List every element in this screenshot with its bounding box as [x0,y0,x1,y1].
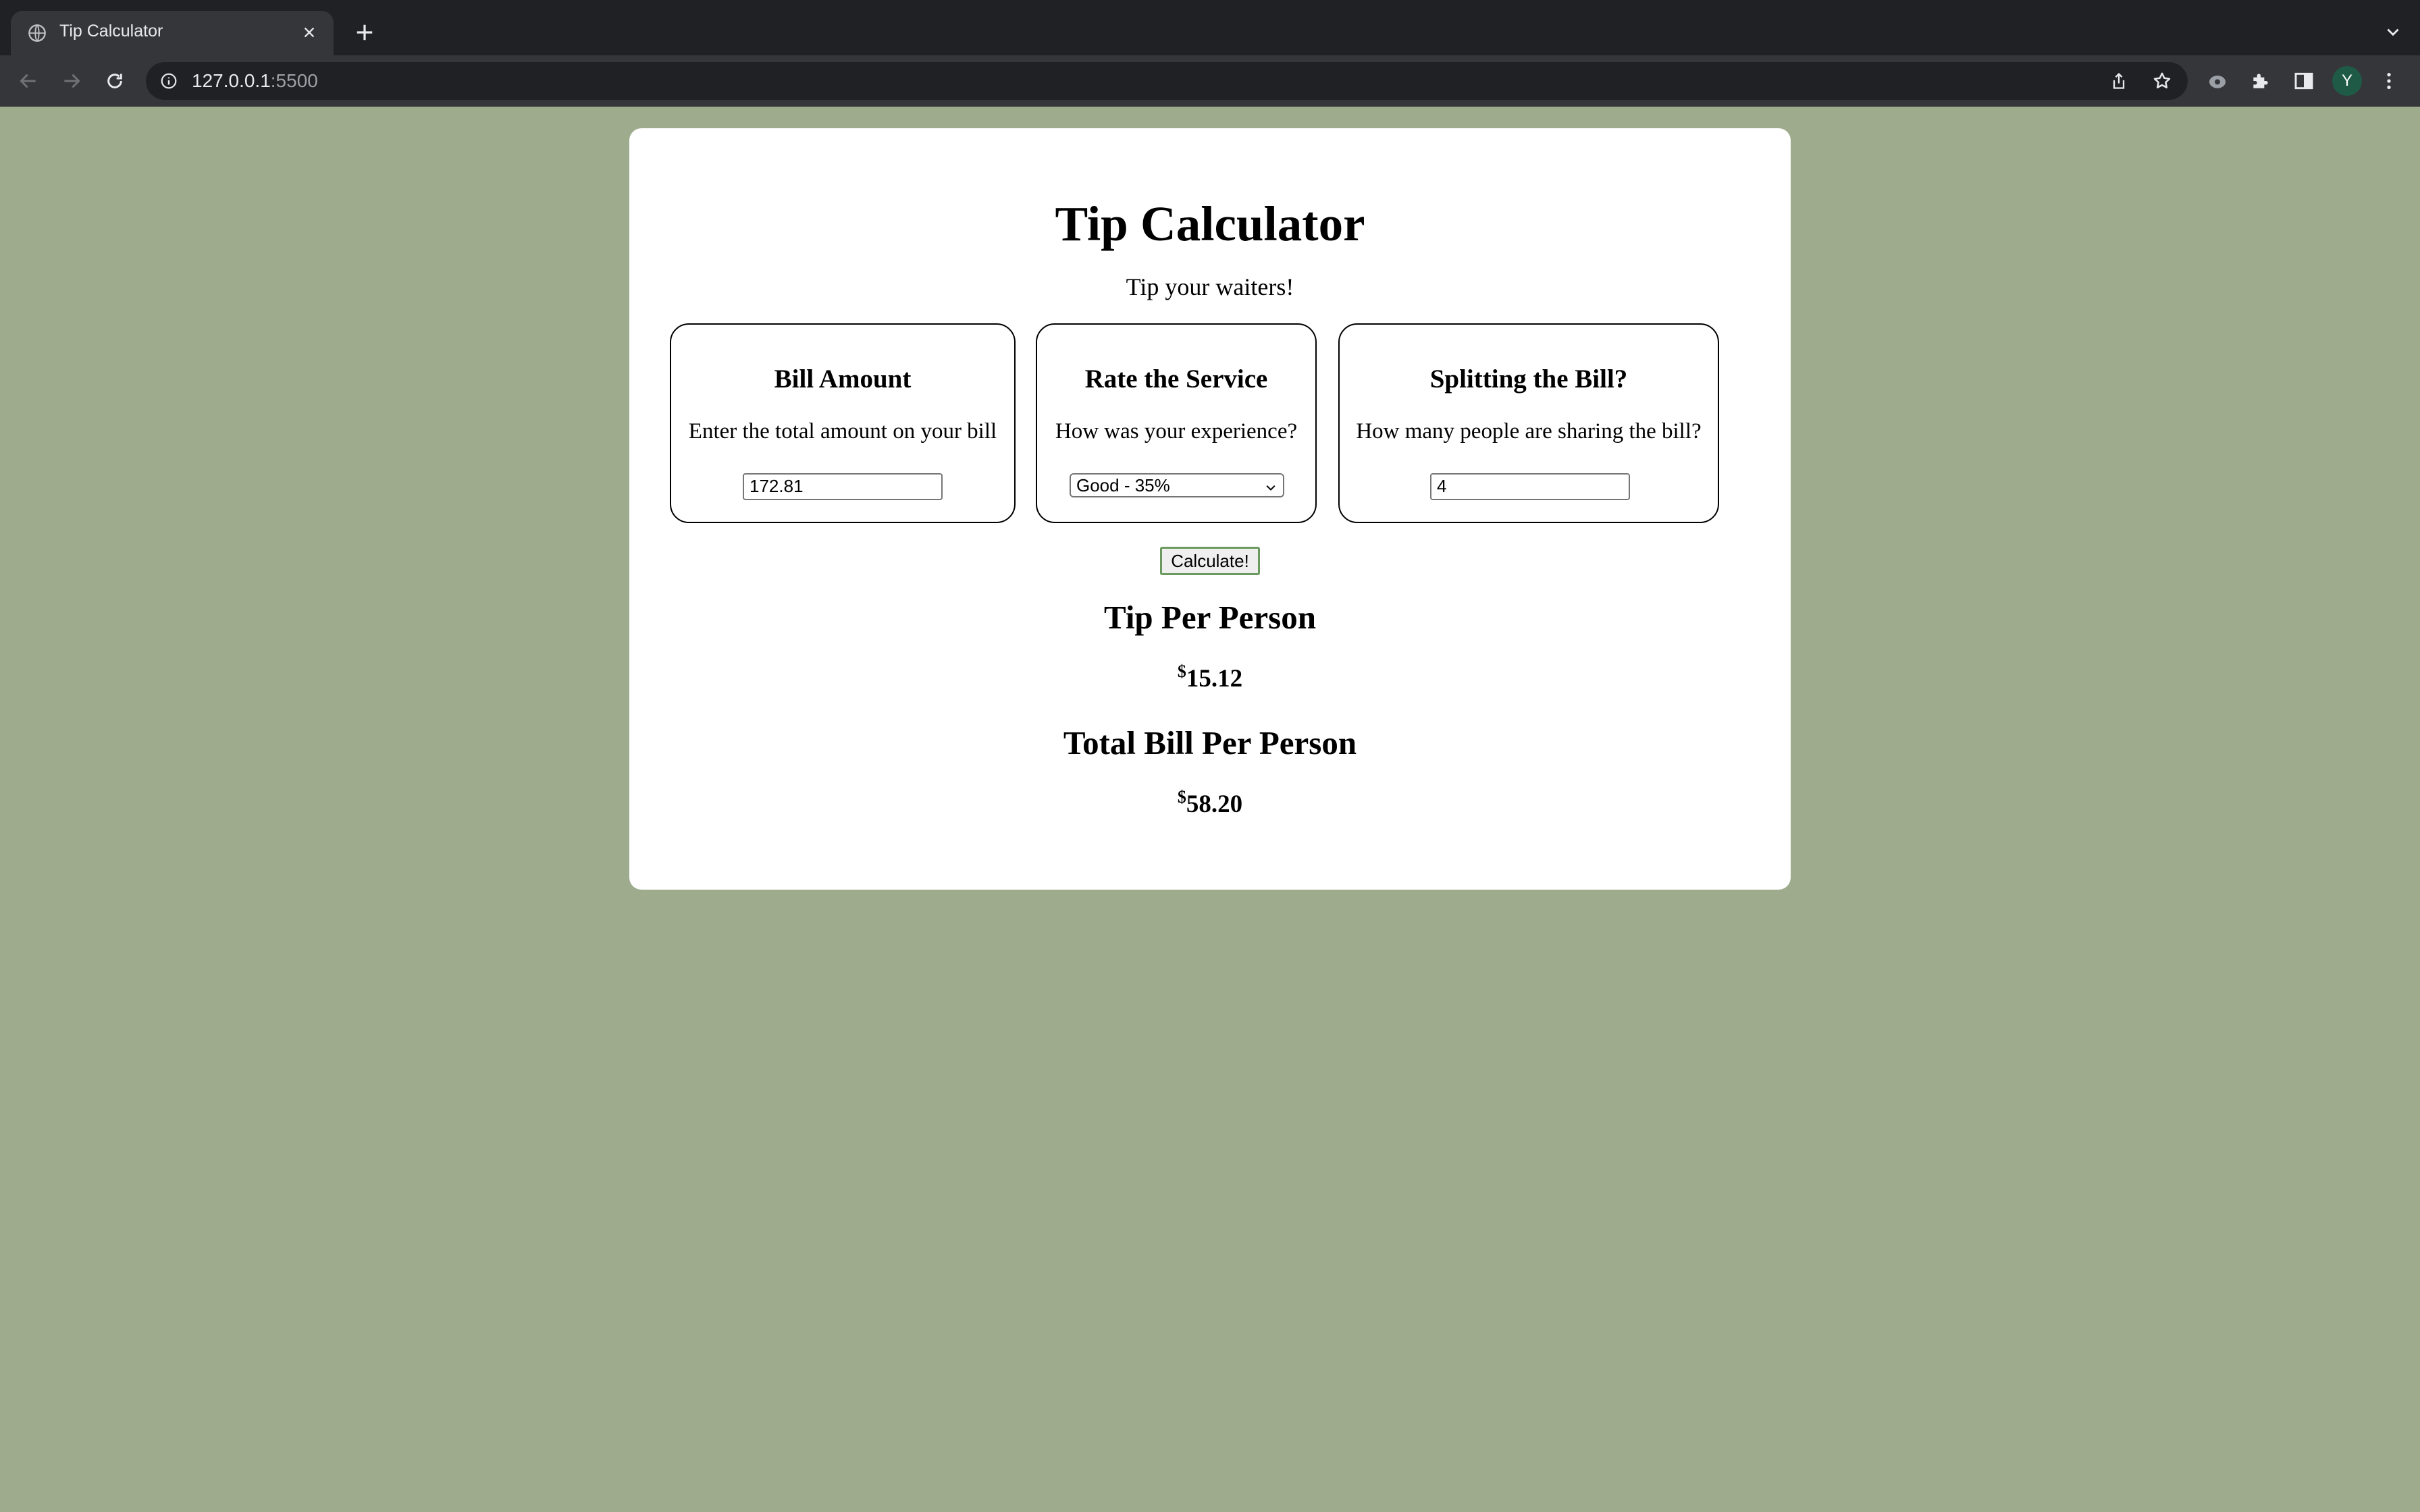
globe-icon [27,23,47,43]
share-icon[interactable] [2107,69,2131,93]
kebab-menu-icon[interactable] [2375,68,2402,94]
tip-per-person-value: $15.12 [629,662,1791,693]
info-icon[interactable] [159,72,178,90]
tip-amount: 15.12 [1186,665,1243,693]
bill-amount-box: Bill Amount Enter the total amount on yo… [670,323,1016,523]
browser-tab-strip: Tip Calculator [0,0,2420,55]
reload-icon[interactable] [99,65,131,97]
split-bill-description: How many people are sharing the bill? [1356,419,1702,443]
back-arrow-icon[interactable] [12,65,45,97]
total-per-person-label: Total Bill Per Person [1063,724,1357,761]
rate-service-box: Rate the Service How was your experience… [1036,323,1317,523]
star-icon[interactable] [2150,69,2174,93]
service-rating-select[interactable]: Good - 35% [1070,473,1284,497]
split-bill-heading: Splitting the Bill? [1429,364,1628,394]
tip-per-person-label: Tip Per Person [1104,599,1316,636]
calculate-button[interactable]: Calculate! [1160,547,1260,575]
url-host: 127.0.0.1 [192,70,271,91]
bill-amount-heading: Bill Amount [774,364,912,394]
plus-icon[interactable] [351,19,378,46]
total-amount: 58.20 [1186,790,1243,818]
page-title: Tip Calculator [1055,196,1365,251]
total-per-person-value: $58.20 [629,787,1791,819]
rate-service-description: How was your experience? [1055,419,1298,443]
page-subtitle: Tip your waiters! [1126,273,1294,300]
browser-toolbar: 127.0.0.1:5500 Y [0,55,2420,107]
tab-title: Tip Calculator [59,22,163,40]
bill-amount-input[interactable]: 172.81 [743,473,943,500]
split-bill-box: Splitting the Bill? How many people are … [1338,323,1719,523]
avatar[interactable]: Y [2332,66,2362,96]
url-port: :5500 [270,70,318,91]
chevron-down-icon[interactable] [2379,19,2406,46]
address-bar[interactable]: 127.0.0.1:5500 [146,62,2188,100]
extension-icon[interactable] [2204,68,2231,94]
service-rating-value: Good - 35% [1076,475,1170,495]
rate-service-heading: Rate the Service [1084,364,1268,394]
url-text[interactable]: 127.0.0.1:5500 [192,70,318,92]
puzzle-icon[interactable] [2247,68,2274,94]
forward-arrow-icon[interactable] [55,65,88,97]
chevron-down-icon [1264,479,1278,492]
tip-currency: $ [1177,662,1186,681]
side-panel-icon[interactable] [2290,68,2317,94]
people-count-input[interactable]: 4 [1430,473,1630,500]
total-currency: $ [1177,787,1186,807]
browser-tab[interactable]: Tip Calculator [11,11,334,55]
tip-calculator-card: Tip Calculator Tip your waiters! Bill Am… [629,128,1791,890]
close-icon[interactable] [297,20,321,45]
bill-amount-description: Enter the total amount on your bill [688,419,997,443]
